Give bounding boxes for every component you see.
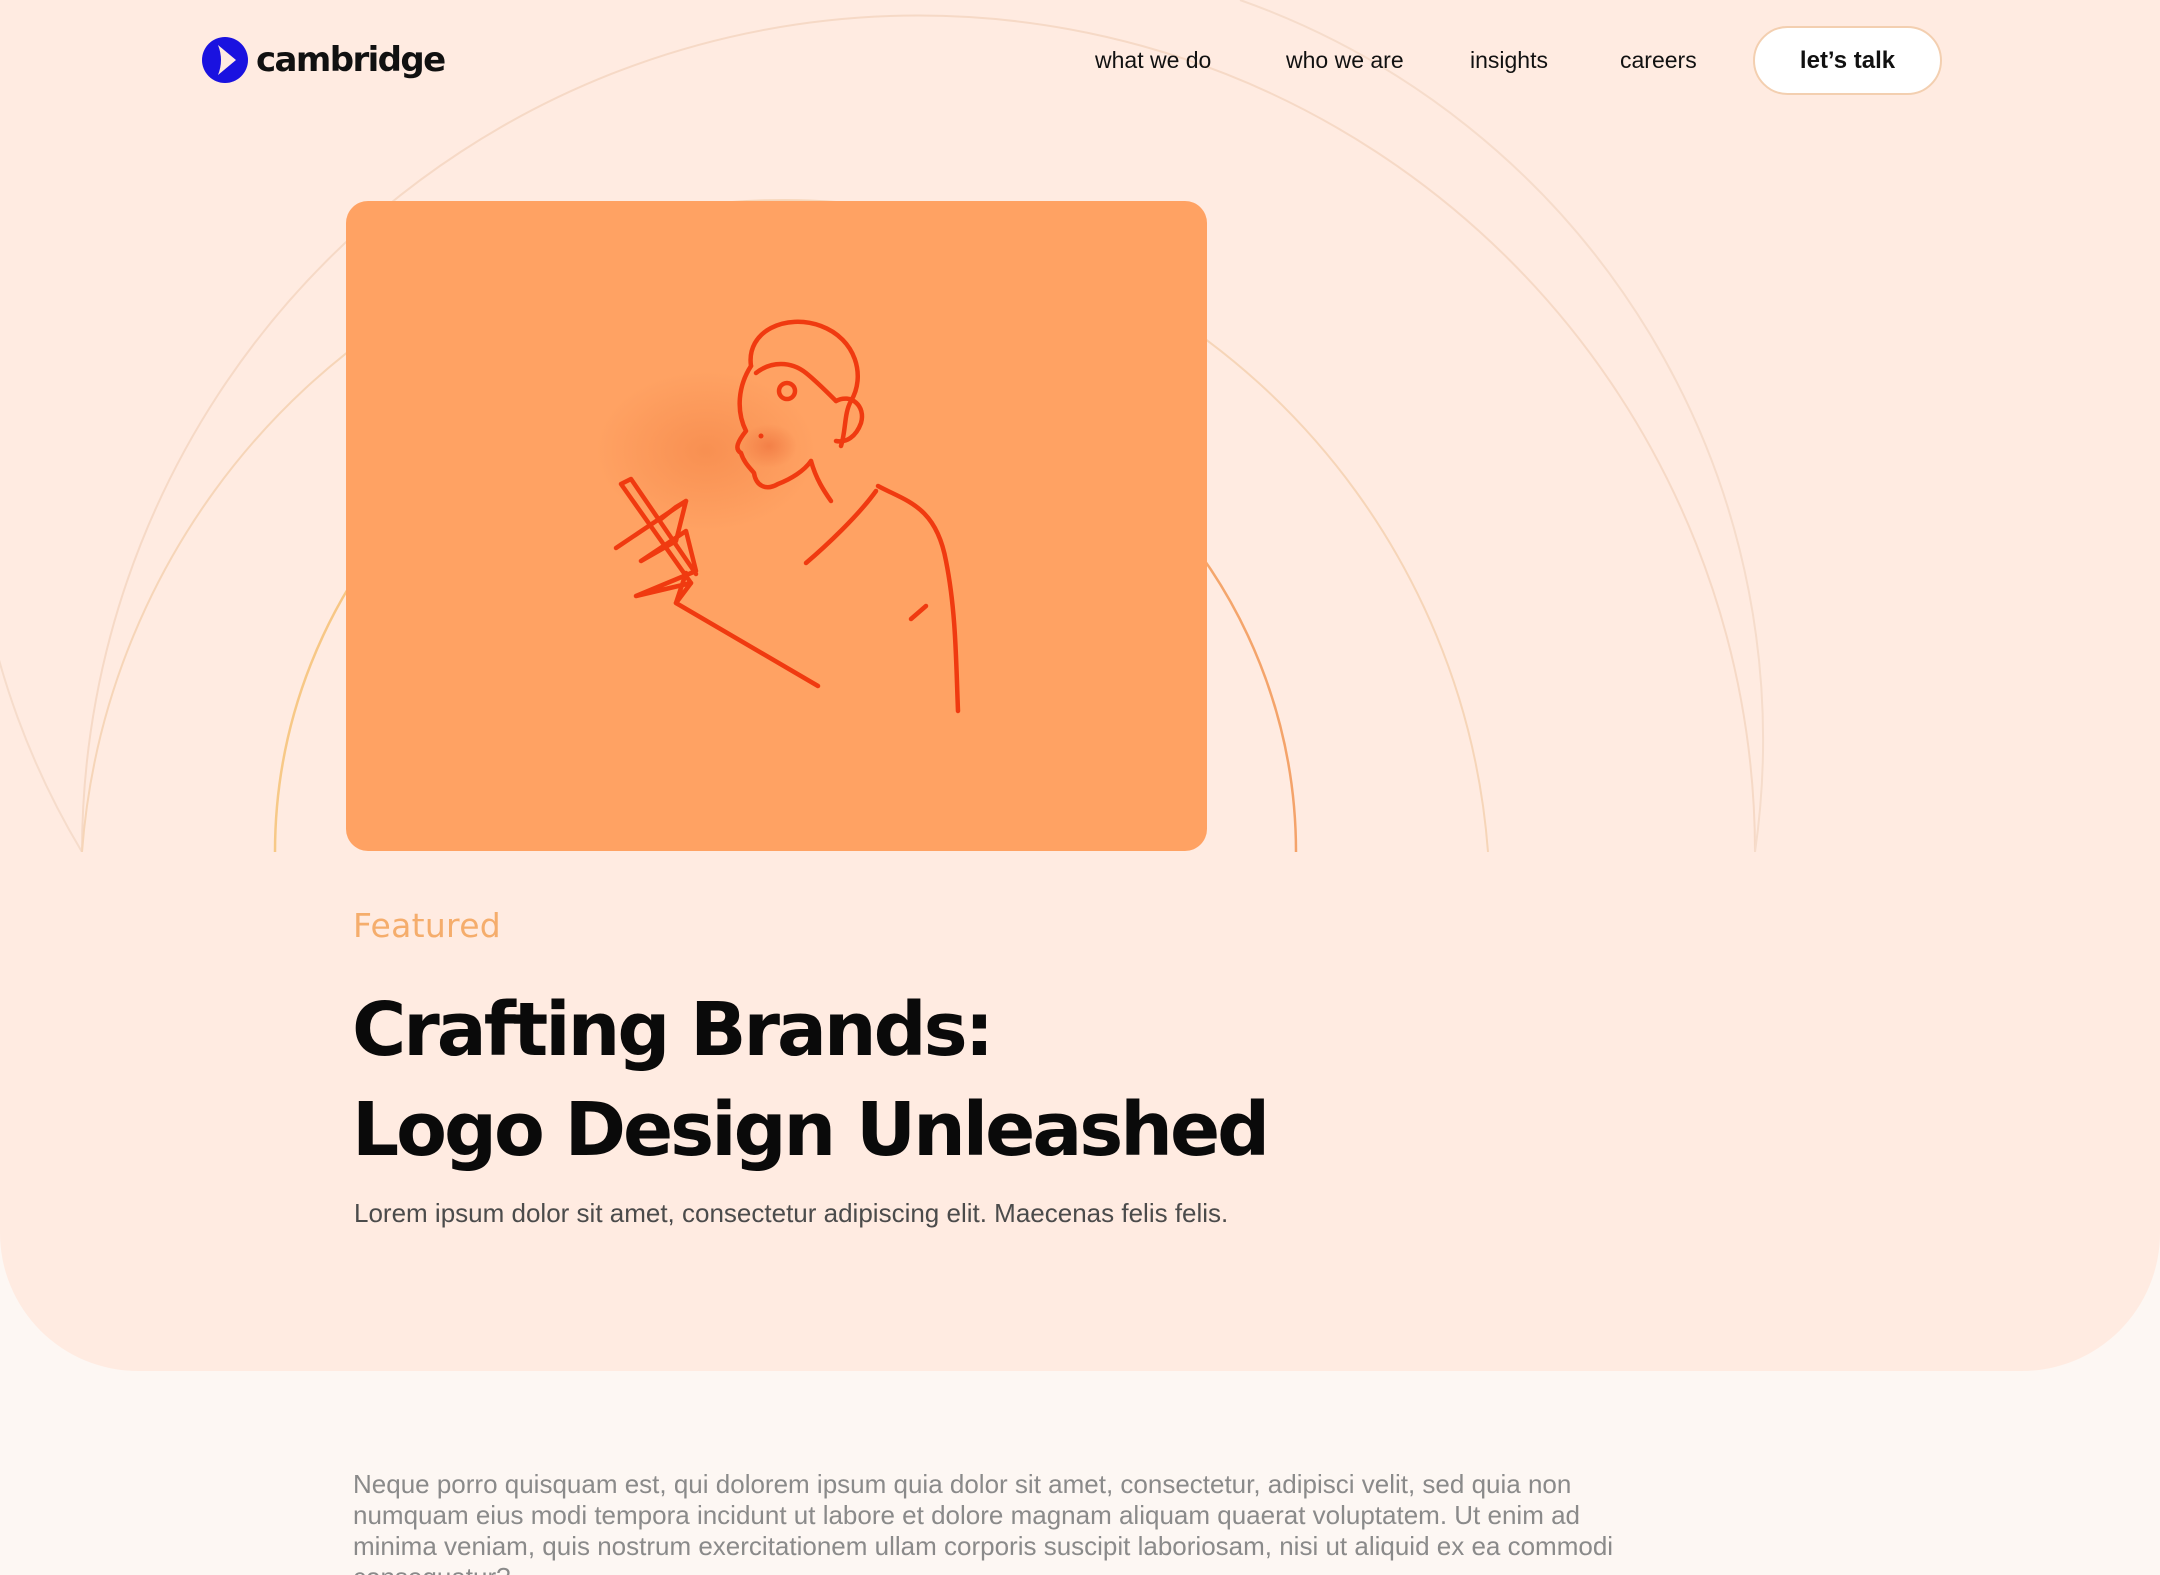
nav-link-careers[interactable]: careers <box>1620 45 1697 75</box>
person-writing-illustration-icon <box>596 319 961 714</box>
page-title-line-1: Crafting Brands: <box>352 987 994 1073</box>
nav-link-who-we-are[interactable]: who we are <box>1286 45 1404 75</box>
nav-link-what-we-do[interactable]: what we do <box>1095 45 1211 75</box>
page-title: Crafting Brands: Logo Design Unleashed <box>352 980 1452 1180</box>
featured-image[interactable] <box>346 201 1207 851</box>
logo-mark-icon <box>202 37 248 83</box>
article-body: Neque porro quisquam est, qui dolorem ip… <box>353 1469 1614 1575</box>
brand-name: cambridge <box>256 40 446 80</box>
nav-link-insights[interactable]: insights <box>1470 45 1548 75</box>
hero-lede: Lorem ipsum dolor sit amet, consectetur … <box>354 1198 1229 1228</box>
hero-section: cambridge what we do who we are insights… <box>0 0 2160 1371</box>
lets-talk-button[interactable]: let’s talk <box>1753 26 1942 95</box>
featured-label: Featured <box>353 906 502 945</box>
brand-logo[interactable]: cambridge <box>202 36 446 84</box>
page-title-line-2: Logo Design Unleashed <box>352 1087 1270 1173</box>
